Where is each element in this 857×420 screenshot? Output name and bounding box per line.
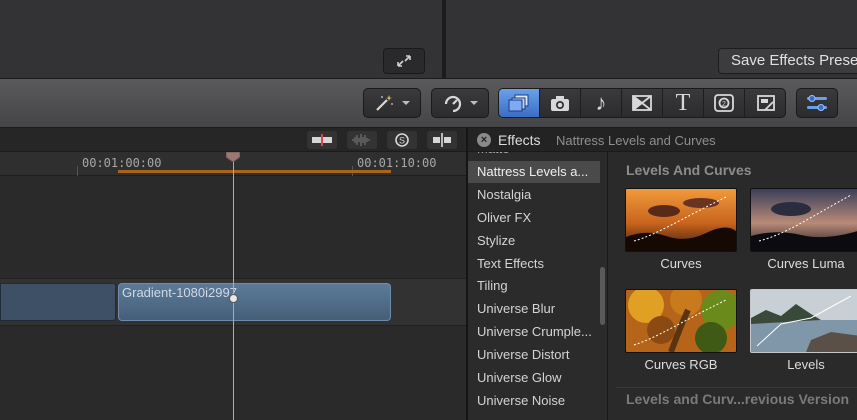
list-item-selected[interactable]: Nattress Levels a... [468,161,600,183]
chevron-down-icon [401,101,410,105]
clip-appearance-button[interactable] [307,131,337,149]
divider [616,387,857,388]
svg-text:S: S [399,136,405,146]
effect-label: Curves [660,256,702,271]
transitions-tab[interactable] [622,89,663,117]
effects-category-list[interactable]: Matte Nattress Levels a... Nostalgia Oli… [468,152,608,420]
effects-group-heading: Levels and Curv...revious Version [626,391,850,407]
list-item[interactable]: Universe Blur [468,298,600,320]
timeline-clip-gradient[interactable]: Gradient-1080i2997 [118,283,391,321]
ruler-tick [77,166,78,176]
clip-name: Gradient-1080i2997 [122,285,237,300]
effects-title: Effects [498,132,541,148]
music-tab[interactable]: ♪ [581,89,622,117]
fullscreen-button[interactable] [383,48,425,74]
retime-icon [444,95,461,113]
timeline-header: S [0,128,466,152]
titles-icon: T [675,89,691,116]
list-item[interactable]: Universe Crumple... [468,321,600,343]
clip-appearance-icon [312,134,332,146]
sunset-thumbnail-icon [626,189,736,251]
list-item[interactable]: Nostalgia [468,184,600,206]
magic-wand-icon [375,95,393,111]
music-note-icon: ♪ [595,90,607,115]
viewer-panel [0,0,442,78]
photos-tab[interactable] [540,89,581,117]
snapping-icon [433,133,451,147]
effects-browser: × Effects Nattress Levels and Curves Mat… [468,128,857,420]
timecode-label: 00:01:00:00 [82,156,162,170]
toolbar: ♪ T 2 [0,78,857,128]
dusk-thumbnail-icon [751,189,857,251]
effect-label: Levels [787,357,825,372]
effect-thumbnail-curves-rgb[interactable] [625,289,737,353]
playhead[interactable] [233,152,234,420]
solo-button[interactable]: S [387,131,417,149]
inspector-icon [807,95,827,111]
list-scrollbar[interactable] [600,267,605,325]
list-item[interactable]: Oliver FX [468,207,600,229]
timecode-label: 00:01:10:00 [357,156,437,170]
titles-tab[interactable]: T [663,89,704,117]
autumn-thumbnail-icon [626,290,736,352]
list-item[interactable]: Universe Glow [468,367,600,389]
effect-label: Curves RGB [644,357,718,372]
list-item[interactable]: Matte [468,152,600,160]
retime-button[interactable] [431,88,489,118]
list-item[interactable]: Universe Distort [468,344,600,366]
generators-tab[interactable]: 2 [704,89,745,117]
media-browser-icon [508,94,529,112]
effect-thumbnail-curves-luma[interactable] [750,188,857,252]
skimmer-dot [229,294,238,303]
effects-header: × Effects Nattress Levels and Curves [468,128,857,152]
chevron-down-icon [469,101,478,105]
audio-skimming-button[interactable] [347,131,377,149]
themes-tab[interactable] [745,89,787,117]
expand-arrows-icon [397,55,411,67]
themes-icon [757,95,775,111]
list-item[interactable]: Universe Noise [468,390,600,412]
enhance-button[interactable] [363,88,421,118]
selection-range-bar [118,170,391,173]
effects-grid: Levels And Curves Curves Curves Luma Cur… [608,152,857,420]
solo-icon: S [395,133,409,147]
browser-segmented-control: ♪ T 2 [498,88,786,118]
transitions-icon [632,95,652,111]
effects-group-heading: Levels And Curves [626,162,752,178]
generators-icon: 2 [714,94,734,112]
close-icon[interactable]: × [477,133,491,147]
timeline[interactable]: S 00:01:00:00 00:01:10:00 Gradient-1080i… [0,128,466,420]
save-effects-preset-button[interactable]: Save Effects Preset [718,48,857,74]
effect-thumbnail-levels[interactable] [750,289,857,353]
snapping-button[interactable] [427,131,457,149]
camera-icon [551,96,569,111]
media-browser-tab[interactable] [499,89,540,117]
waveform-icon [352,134,370,146]
coast-thumbnail-icon [751,290,857,352]
list-item[interactable]: Text Effects [468,253,600,275]
list-item[interactable]: Stylize [468,230,600,252]
playhead-handle-icon[interactable] [226,152,240,162]
list-item[interactable]: Tiling [468,275,600,297]
effect-thumbnail-curves[interactable] [625,188,737,252]
effect-label: Curves Luma [767,256,845,271]
effects-category-path: Nattress Levels and Curves [556,133,716,148]
timeline-clip[interactable] [0,283,116,321]
inspector-button[interactable] [796,88,838,118]
svg-text:2: 2 [722,101,726,108]
